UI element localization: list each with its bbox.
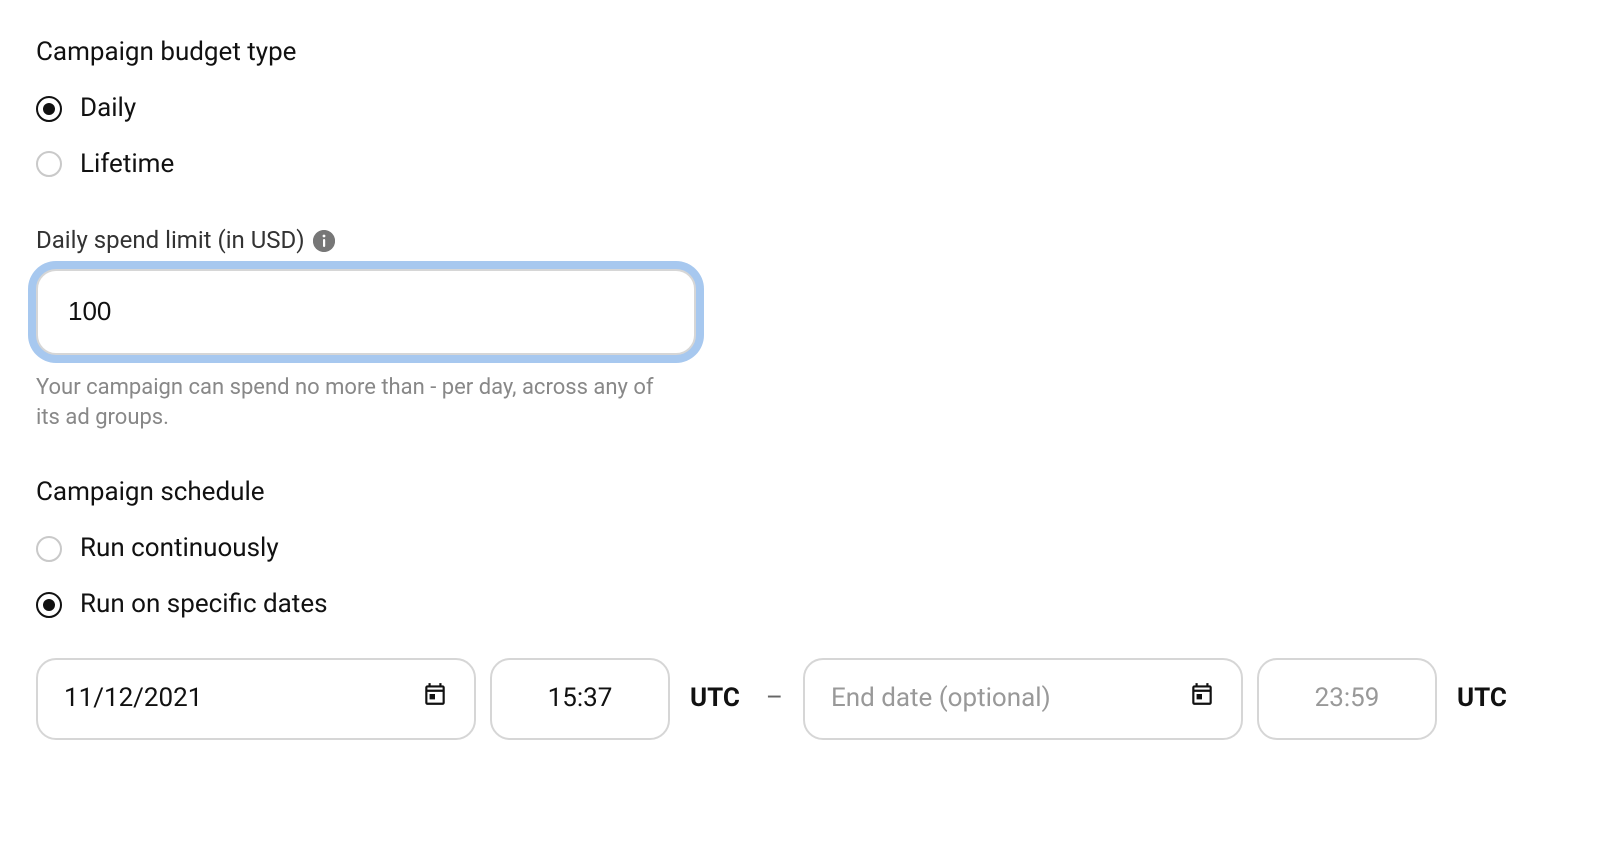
schedule-datetime-row: 11/12/2021 15:37 UTC – End date (optiona… [36,658,1568,740]
end-date-input[interactable]: End date (optional) [803,658,1243,740]
info-icon[interactable] [313,230,335,252]
end-tz-label: UTC [1457,682,1507,716]
budget-type-lifetime-radio[interactable]: Lifetime [36,148,1568,182]
spend-limit-label-row: Daily spend limit (in USD) [36,225,1568,256]
end-time-placeholder: 23:59 [1315,682,1380,716]
spend-limit-helper-text: Your campaign can spend no more than - p… [36,373,656,435]
calendar-icon [422,681,448,717]
radio-icon [36,151,62,177]
radio-icon [36,536,62,562]
budget-type-daily-radio[interactable]: Daily [36,92,1568,126]
radio-label: Lifetime [80,148,174,182]
radio-label: Daily [80,92,136,126]
end-time-input[interactable]: 23:59 [1257,658,1437,740]
radio-label: Run continuously [80,532,279,566]
start-date-input[interactable]: 11/12/2021 [36,658,476,740]
schedule-radio-group: Run continuously Run on specific dates [36,532,1568,622]
range-dash: – [766,682,783,716]
schedule-title: Campaign schedule [36,476,1568,510]
schedule-continuous-radio[interactable]: Run continuously [36,532,1568,566]
start-date-value: 11/12/2021 [64,682,202,716]
start-time-input[interactable]: 15:37 [490,658,670,740]
calendar-icon [1189,681,1215,717]
spend-limit-input[interactable] [36,269,696,355]
schedule-specific-radio[interactable]: Run on specific dates [36,588,1568,622]
spend-limit-label: Daily spend limit (in USD) [36,225,305,256]
radio-icon [36,592,62,618]
budget-type-radio-group: Daily Lifetime [36,92,1568,182]
info-icon-svg [313,230,335,252]
start-tz-label: UTC [690,682,740,716]
radio-label: Run on specific dates [80,588,328,622]
radio-icon [36,96,62,122]
budget-type-title: Campaign budget type [36,36,1568,70]
end-date-placeholder: End date (optional) [831,682,1051,716]
start-time-value: 15:37 [548,682,613,716]
